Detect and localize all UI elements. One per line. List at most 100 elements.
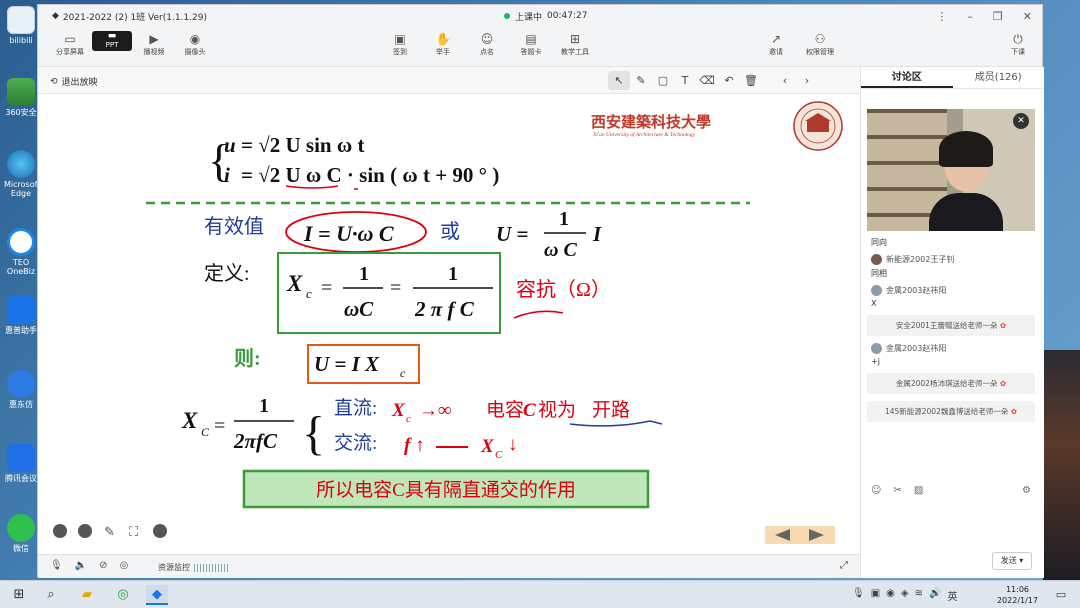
speaker-icon[interactable]: 🔈: [75, 560, 87, 571]
eq1-lhs: u: [224, 133, 236, 157]
permissions-icon: ⚇: [814, 32, 826, 46]
desktop-icon-hp[interactable]: 惠普助手: [4, 296, 38, 335]
sign-in-button[interactable]: ▣ 签到: [380, 31, 420, 57]
reactance-underline-annotation: [513, 310, 564, 319]
restore-icon[interactable]: ❐: [993, 10, 1003, 23]
start-icon[interactable]: ⊞: [8, 585, 30, 605]
reactance-label: 容抗（Ω）: [516, 278, 611, 301]
desktop-icon-teo[interactable]: TEO OneBiz: [4, 228, 38, 276]
roll-call-icon: ☺: [480, 32, 494, 46]
chat-message: 金属2003赵祎阳 +j: [871, 343, 947, 366]
tools-icon: ⊞: [569, 32, 581, 46]
next-slide-icon[interactable]: [78, 524, 92, 538]
dc-open-circuit: 开路: [592, 399, 630, 421]
browser-icon[interactable]: ◎: [112, 585, 134, 605]
image-icon[interactable]: ▨: [914, 485, 923, 496]
invite-button[interactable]: ↗ 邀请: [756, 31, 796, 57]
desktop-icon-bilibili[interactable]: bilibili: [4, 6, 38, 45]
desktop-icon-edge[interactable]: Microsoft Edge: [4, 150, 40, 198]
conclusion-text: 所以电容C具有隔直通交的作用: [316, 479, 576, 501]
desktop-wallpaper-strip: [1043, 350, 1080, 580]
rms-label: 有效值: [204, 215, 264, 238]
input-method-icon[interactable]: 英: [947, 588, 957, 603]
desktop-icon-360[interactable]: 360安全: [4, 78, 38, 117]
eq-sign-3: =: [214, 415, 225, 437]
text-icon[interactable]: T: [674, 71, 696, 90]
teaching-tools-button[interactable]: ⊞ 教学工具: [555, 31, 595, 57]
xc2-den: 2πfC: [233, 429, 278, 453]
roll-call-button[interactable]: ☺ 点名: [467, 31, 507, 57]
bottom-bar: 🎙 🔈 ⊘ ◎ 资源监控 ⤢: [38, 554, 860, 578]
next-page-icon[interactable]: ›: [796, 71, 818, 90]
classroom-app-icon[interactable]: ◆: [146, 585, 168, 605]
undo-icon[interactable]: ↶: [718, 71, 740, 90]
video-mute-icon[interactable]: ⊘: [99, 560, 107, 571]
draw-icon[interactable]: ✎: [104, 524, 115, 539]
live-dot-icon: [504, 13, 510, 19]
flower-icon: ✿: [999, 321, 1007, 330]
tray-app-icon[interactable]: ▣: [871, 588, 880, 603]
permissions-button[interactable]: ⚇ 权限管理: [800, 31, 840, 57]
volume-tray-icon[interactable]: 🔊: [929, 588, 941, 603]
fullscreen-icon[interactable]: ⛶: [128, 524, 139, 539]
open-circuit-underline-annotation: [569, 420, 663, 427]
camera-button[interactable]: ◉ 摄像头: [175, 31, 215, 57]
chrome-tray-icon[interactable]: ◉: [886, 588, 895, 603]
wifi-tray-icon[interactable]: ≋: [915, 588, 923, 603]
desktop-icon-r[interactable]: 惠东仿: [4, 370, 38, 409]
xc2-sub: C: [201, 425, 210, 439]
tab-members[interactable]: 成员(126): [953, 67, 1045, 88]
search-icon[interactable]: ⌕: [40, 585, 62, 605]
emoji-icon[interactable]: ☺: [871, 485, 881, 496]
folder-icon[interactable]: ▰: [76, 585, 98, 605]
tab-discussion[interactable]: 讨论区: [861, 67, 953, 88]
scissors-icon[interactable]: ✂: [893, 485, 901, 496]
close-video-icon[interactable]: ✕: [1013, 113, 1029, 129]
chat-message: 同向: [871, 238, 887, 247]
presentation-bar: ⟲ 退出放映 ↖ ✎ ▢ T ⌫ ↶ 🗑 ‹ ›: [38, 67, 860, 94]
desktop-icon-wechat[interactable]: 微信: [4, 514, 38, 553]
raise-hand-button[interactable]: ✋ 举手: [423, 31, 463, 57]
panel-tabs: 讨论区 成员(126): [861, 67, 1044, 89]
prev-page-icon[interactable]: ‹: [774, 71, 796, 90]
close-icon[interactable]: ✕: [1023, 10, 1032, 23]
delete-icon[interactable]: 🗑: [740, 71, 762, 90]
mic-icon[interactable]: 🎙: [50, 560, 63, 571]
ppt-button[interactable]: ▬ PPT: [92, 31, 132, 51]
mic-tray-icon[interactable]: 🎙: [852, 588, 865, 603]
exit-slideshow-button[interactable]: ⟲ 退出放映: [50, 75, 98, 89]
rms-alt-den: ω C: [544, 239, 577, 261]
resource-monitor[interactable]: 资源监控: [158, 562, 228, 573]
notification-icon[interactable]: ▭: [1050, 585, 1072, 605]
desktop-icon-tencent-meeting[interactable]: 腾讯会议: [4, 444, 38, 483]
play-video-button[interactable]: ▶ 播视频: [134, 31, 174, 57]
minimize-icon[interactable]: –: [967, 10, 973, 23]
settings-icon[interactable]: ⚙: [1022, 485, 1031, 496]
university-emblem-icon: [793, 101, 843, 151]
answer-card-button[interactable]: ▤ 答题卡: [511, 31, 551, 57]
card-icon: ▤: [525, 32, 537, 46]
menu-dots-icon[interactable]: [153, 524, 167, 538]
screen-icon: ▭: [64, 32, 76, 46]
eraser-icon[interactable]: ⌫: [696, 71, 718, 90]
annotation-tools: ↖ ✎ ▢ T ⌫ ↶ 🗑 ‹ ›: [608, 71, 818, 90]
prev-slide-icon[interactable]: [53, 524, 67, 538]
classroom-window: ◆ 2021-2022 (2) 1班 Ver(1.1.1.29) 上课中 00:47…: [37, 4, 1044, 578]
fullscreen-toggle-icon[interactable]: ⤢: [840, 560, 848, 571]
shield-tray-icon[interactable]: ◈: [901, 588, 909, 603]
end-class-button[interactable]: ⏻ 下课: [998, 31, 1038, 57]
ac-label: 交流:: [334, 432, 377, 454]
pointer-icon[interactable]: ↖: [608, 71, 630, 90]
clock[interactable]: 11:06 2022/1/17: [997, 584, 1038, 606]
pen-icon[interactable]: ✎: [630, 71, 652, 90]
brace2-icon: {: [302, 407, 325, 460]
share-screen-button[interactable]: ▭ 分享屏幕: [50, 31, 90, 57]
dc-infinity: →∞: [419, 400, 452, 421]
exit-icon: ⟲: [50, 76, 58, 87]
eq1-rhs: = √2 U sin ω t: [241, 133, 364, 157]
shape-icon[interactable]: ▢: [652, 71, 674, 90]
more-icon[interactable]: ⋮: [936, 10, 947, 23]
send-button[interactable]: 发送 ▾: [992, 552, 1032, 570]
end-class-icon: ⏻: [1013, 32, 1023, 46]
location-icon[interactable]: ◎: [120, 560, 129, 571]
